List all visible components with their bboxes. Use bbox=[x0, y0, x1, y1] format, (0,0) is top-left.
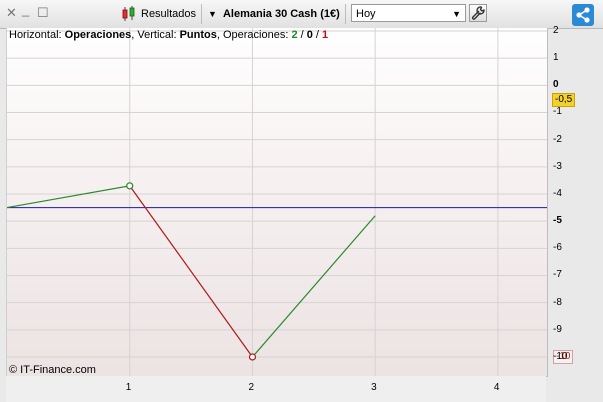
horizontal-value: Operaciones bbox=[64, 29, 132, 41]
y-tick-label: -10 bbox=[553, 350, 568, 362]
equity-segment bbox=[7, 185, 130, 209]
equity-chart bbox=[7, 28, 547, 376]
y-tick-label: -6 bbox=[553, 242, 562, 254]
vertical-prefix: , Vertical: bbox=[131, 29, 180, 41]
wrench-icon bbox=[471, 6, 485, 20]
x-axis: 1 2 3 4 bbox=[6, 376, 546, 402]
minimize-icon[interactable]: _ bbox=[22, 3, 29, 17]
x-tick-label: 1 bbox=[125, 382, 132, 393]
x-tick-label: 4 bbox=[493, 382, 500, 393]
period-select-value: Hoy bbox=[356, 8, 376, 20]
y-tick-label: 2 bbox=[553, 25, 559, 36]
maximize-icon[interactable]: ☐ bbox=[37, 6, 49, 20]
chevron-down-icon: ▼ bbox=[452, 9, 461, 19]
equity-segment bbox=[252, 215, 376, 358]
share-button[interactable] bbox=[572, 4, 594, 26]
results-label: Resultados bbox=[141, 8, 197, 20]
horizontal-prefix: Horizontal: bbox=[9, 29, 65, 41]
ops-sep: / bbox=[297, 29, 307, 41]
trade-point bbox=[248, 353, 257, 361]
instrument-selector[interactable]: ▼ Alemania 30 Cash (1€) bbox=[208, 4, 340, 24]
y-tick-label: -3 bbox=[553, 160, 562, 172]
y-tick-label: 0 bbox=[553, 79, 559, 91]
settings-button[interactable] bbox=[469, 4, 487, 22]
candlestick-icon bbox=[122, 6, 135, 21]
y-tick-label: -5 bbox=[553, 215, 562, 227]
x-tick-label: 3 bbox=[371, 382, 377, 393]
toolbar-divider bbox=[201, 4, 202, 24]
instrument-label: Alemania 30 Cash (1€) bbox=[222, 8, 340, 20]
y-tick-label: -2 bbox=[553, 133, 562, 145]
y-tick-label: -1 bbox=[553, 106, 562, 118]
equity-segment bbox=[129, 185, 253, 358]
ops-lost: 1 bbox=[322, 29, 329, 41]
copyright-notice: © IT-Finance.com bbox=[9, 364, 96, 376]
current-value-badge: -0,5 bbox=[552, 92, 576, 107]
y-tick-label: 1 bbox=[553, 52, 559, 64]
period-select[interactable]: Hoy ▼ bbox=[351, 4, 466, 22]
chart-header: Horizontal: Operaciones, Vertical: Punto… bbox=[9, 29, 328, 41]
y-tick-label: -7 bbox=[553, 269, 562, 281]
ops-sep: / bbox=[312, 29, 323, 41]
trade-point bbox=[126, 182, 134, 190]
chart-plot-area[interactable]: Horizontal: Operaciones, Vertical: Punto… bbox=[6, 28, 548, 377]
vertical-value: Puntos bbox=[179, 29, 217, 41]
toolbar: ✕ _ ☐ Resultados ▼ Alemania 30 Cash (1€)… bbox=[0, 0, 603, 29]
y-tick-label: -9 bbox=[553, 323, 562, 335]
share-icon bbox=[576, 7, 590, 23]
y-tick-label: -4 bbox=[553, 187, 562, 199]
caret-down-icon: ▼ bbox=[208, 9, 217, 19]
y-axis: -0,5 -10 2 1 0 -1 -2 -3 -4 -5 -6 -7 -8 -9 -10 bbox=[547, 25, 603, 376]
ops-prefix: , Operaciones: bbox=[216, 29, 292, 41]
y-tick-label: -8 bbox=[553, 296, 562, 308]
close-icon[interactable]: ✕ bbox=[6, 6, 17, 20]
x-tick-label: 2 bbox=[248, 382, 255, 393]
toolbar-divider bbox=[345, 4, 346, 24]
